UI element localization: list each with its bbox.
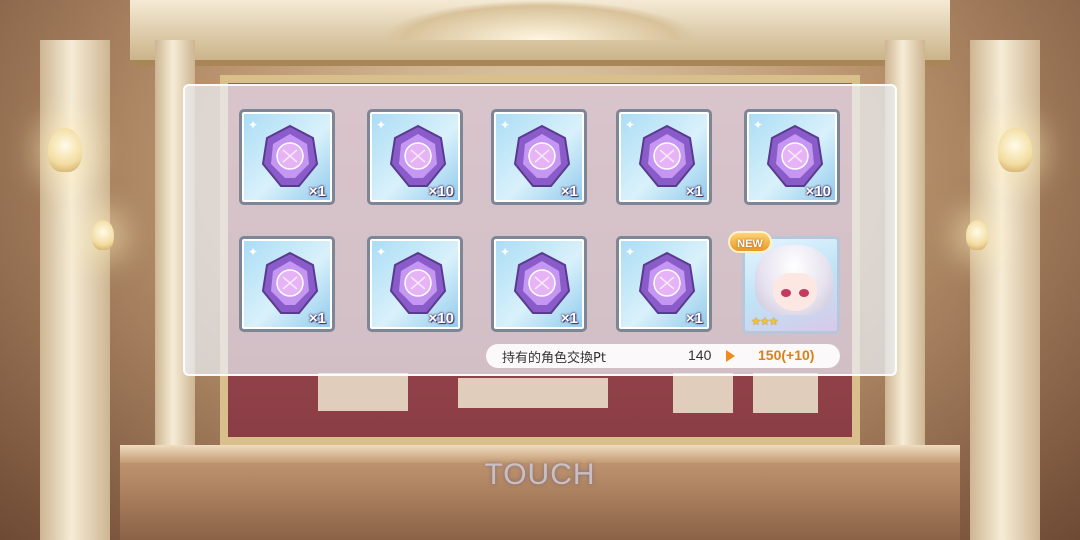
memory-piece-icon [766,124,824,187]
touch-prompt[interactable]: TOUCH [0,458,1080,492]
wall-lamp-icon [998,128,1032,172]
memory-piece-icon [261,251,319,314]
rarity-stars: ★★★ [751,315,779,328]
character-eye [799,289,809,297]
item-quantity: ×1 [560,310,578,327]
sparkle-icon: ✦ [376,118,387,132]
sparkle-icon: ✦ [625,118,636,132]
reward-item[interactable]: ✦ ×1 [491,109,587,205]
character-face [773,273,817,311]
sparkle-icon: ✦ [753,118,764,132]
arch-ornament [380,0,700,40]
memory-piece-icon [261,124,319,187]
memory-piece-icon [638,251,696,314]
reward-item[interactable]: ✦ ×10 [744,109,840,205]
sparkle-icon: ✦ [376,245,387,259]
reward-item[interactable]: ✦ ×10 [367,236,463,332]
item-quantity: ×10 [428,310,454,327]
item-quantity: ×10 [428,183,454,200]
memory-piece-icon [638,124,696,187]
notice-paper [458,378,608,408]
reward-item[interactable]: ✦ ×1 [239,236,335,332]
notice-paper [753,373,818,413]
reward-item[interactable]: ✦ ×1 [616,109,712,205]
exchange-points-before: 140 [688,347,712,363]
sparkle-icon: ✦ [500,245,511,259]
wall-lamp-icon [966,220,988,250]
exchange-points-after: 150(+10) [758,347,815,363]
new-badge: NEW [728,231,772,253]
item-quantity: ×1 [308,183,326,200]
arrow-right-icon [726,350,735,362]
item-quantity: ×10 [805,183,831,200]
item-quantity: ×1 [560,183,578,200]
sparkle-icon: ✦ [625,245,636,259]
notice-paper [673,373,733,413]
item-quantity: ×1 [685,183,703,200]
item-quantity: ×1 [308,310,326,327]
reward-item[interactable]: ✦ ×1 [616,236,712,332]
sparkle-icon: ✦ [248,245,259,259]
memory-piece-icon [389,251,447,314]
reward-item[interactable]: ✦ ×1 [239,109,335,205]
wall-lamp-icon [92,220,114,250]
wall-lamp-icon [48,128,82,172]
memory-piece-icon [513,124,571,187]
sparkle-icon: ✦ [248,118,259,132]
memory-piece-icon [513,251,571,314]
item-quantity: ×1 [685,310,703,327]
character-eye [781,289,791,297]
reward-item[interactable]: ✦ ×1 [491,236,587,332]
notice-paper [318,373,408,411]
sparkle-icon: ✦ [500,118,511,132]
exchange-points-label: 持有的角色交換Pt [502,351,606,366]
exchange-points-bar: 持有的角色交換Pt 140 150(+10) [486,344,840,368]
reward-item[interactable]: ✦ ×10 [367,109,463,205]
memory-piece-icon [389,124,447,187]
